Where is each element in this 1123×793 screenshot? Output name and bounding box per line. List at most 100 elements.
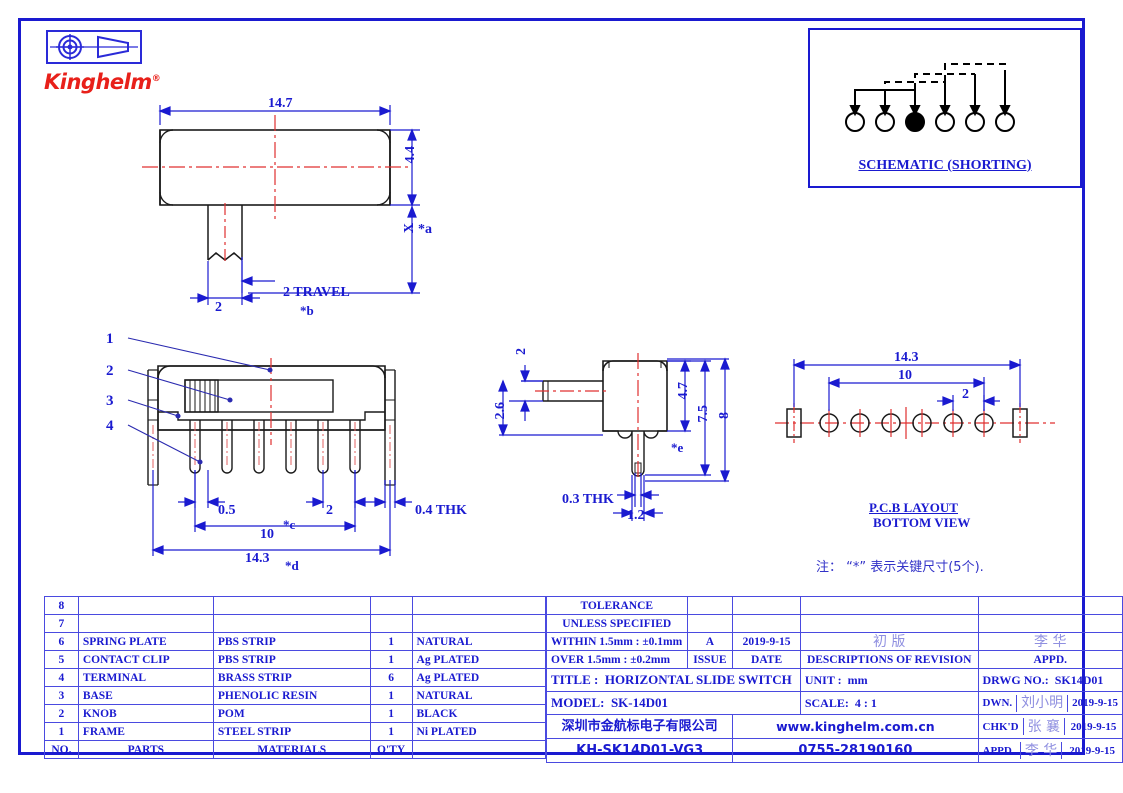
bom-parts: KNOB [77, 704, 214, 723]
bom-no: 6 [44, 632, 79, 651]
bom-finish: NATURAL [411, 686, 547, 705]
chkd-date: 2019-9-15 [1070, 720, 1117, 733]
bom-materials: STEEL STRIP [212, 722, 371, 741]
front-view-dim-span: 10 [260, 527, 274, 542]
company-name: 深圳市金航标电子有限公司 [545, 714, 734, 739]
title-block-row: KH-SK14D01-VG3 0755-28190160 APPD. 李 华 2… [545, 738, 1123, 763]
table-row: 7 [44, 614, 547, 633]
bom-qty [369, 596, 413, 615]
table-row: 5 CONTACT CLIP PBS STRIP 1 Ag PLATED [44, 650, 547, 669]
top-view-dim-knobheight-prefix: X*a [402, 222, 432, 237]
schematic-caption: SCHEMATIC (SHORTING) [858, 158, 1032, 173]
tolerance-title-2: UNLESS SPECIFIED [546, 614, 688, 633]
title-block-row: TOLERANCE [546, 596, 1123, 615]
title-block-row: UNLESS SPECIFIED [546, 614, 1123, 633]
pcb-dim-pitch-label: 2 [962, 387, 969, 402]
front-view-dim-0.5: 0.5 [218, 503, 236, 518]
tolerance-spacer-d2 [977, 614, 1123, 633]
bom-finish: Ni PLATED [411, 722, 547, 741]
table-row: 4 TERMINAL BRASS STRIP 6 Ag PLATED [44, 668, 547, 687]
bom-no: 2 [44, 704, 79, 723]
side-view-dim-total-h: 7.5 [696, 405, 711, 423]
revision-appd-value: 李 华 [977, 632, 1123, 651]
bom-finish [411, 614, 547, 633]
bom-finish: Ag PLATED [411, 650, 547, 669]
dim-pin-pitch-2 [306, 470, 372, 508]
bom-qty: 6 [369, 668, 413, 687]
dim-knob-height-a [248, 205, 420, 295]
dim-8 [645, 357, 730, 483]
bom-finish: BLACK [411, 704, 547, 723]
top-view-dim-travel-note: *b [300, 303, 314, 318]
pcb-caption-line2: BOTTOM VIEW [873, 515, 971, 530]
bom-no: 4 [44, 668, 79, 687]
top-view-dim-width-label: 14.7 [268, 96, 293, 111]
title-label: TITLE : [551, 672, 599, 687]
website[interactable]: www.kinghelm.com.cn [732, 714, 979, 739]
dwn-name: 刘小明 [1016, 694, 1069, 712]
table-row: 3 BASE PHENOLIC RESIN 1 NATURAL [44, 686, 547, 705]
front-view-callout-4: 4 [106, 418, 114, 434]
issue-value: A [686, 632, 734, 651]
tolerance-within: WITHIN 1.5mm : ±0.1mm [546, 632, 688, 651]
dwn-label: DWN. [978, 694, 1018, 712]
front-view-callout-2: 2 [106, 363, 114, 379]
model-value: SK-14D01 [610, 695, 669, 710]
tolerance-spacer-b2 [732, 614, 801, 633]
dim-10 [193, 470, 357, 532]
title-block-row: WITHIN 1.5mm : ±0.1mm A 2019-9-15 初 版 李 … [546, 632, 1123, 651]
bom-finish: Ag PLATED [411, 668, 547, 687]
tolerance-spacer-b [732, 596, 801, 615]
bom-header-qty: Q'TY [369, 740, 413, 759]
bom-no: 7 [44, 614, 79, 633]
pcb-dim-span-label: 10 [898, 368, 912, 383]
model-label: MODEL: [551, 695, 605, 710]
phone-number: 0755-28190160 [732, 738, 979, 763]
revision-value: 初 版 [799, 632, 979, 651]
top-view-dim-knobwidth-label: 2 [215, 300, 222, 315]
tolerance-spacer-c2 [799, 614, 979, 633]
model-row: MODEL: SK-14D01 [546, 691, 801, 715]
part-number: KH-SK14D01-VG3 [545, 738, 734, 763]
title-block-row: MODEL: SK-14D01 SCALE: 4 : 1 DWN. 刘小明 20… [546, 691, 1123, 715]
tolerance-spacer-a2 [686, 614, 734, 633]
title-block-row: OVER 1.5mm : ±0.2mm ISSUE DATE DESCRIPTI… [546, 650, 1123, 669]
bom-materials: POM [212, 704, 371, 723]
bom-header-materials: MATERIALS [212, 740, 371, 759]
bom-materials: PBS STRIP [212, 650, 371, 669]
top-view-dim-height-label: 4.4 [403, 146, 418, 164]
scale-label: SCALE: [804, 696, 849, 710]
front-view-dim-overall: 14.3 [245, 551, 270, 566]
front-view-callout-3: 3 [106, 393, 114, 409]
unit-label: UNIT : [804, 673, 842, 687]
side-view-dim-knob-thk: 2 [514, 348, 529, 355]
title-block-table: TOLERANCE UNLESS SPECIFIED WITHIN 1.5mm … [545, 596, 1123, 763]
drwg-cell: DRWG NO.: SK14D01 [977, 668, 1123, 692]
bom-finish [411, 596, 547, 615]
front-view-drawing [127, 337, 412, 556]
bom-table: 8 7 6 SPRING PLATE PBS STRIP 1 NATURAL 5 CONT… [44, 596, 547, 759]
bom-parts [77, 596, 214, 615]
tolerance-spacer-c [799, 596, 979, 615]
bom-parts: TERMINAL [77, 668, 214, 687]
bom-no: 1 [44, 722, 79, 741]
scale-cell: SCALE: 4 : 1 [799, 691, 979, 715]
appd-cell: APPD. 李 华 2019-9-15 [977, 738, 1123, 763]
pcb-caption-line1: P.C.B LAYOUT [869, 500, 958, 515]
appd-date: 2019-9-15 [1069, 744, 1116, 757]
side-view-dim-body-h: 4.7 [676, 382, 691, 400]
side-view-body [602, 360, 668, 432]
schematic-box: SCHEMATIC (SHORTING) [808, 28, 1082, 188]
bom-materials: BRASS STRIP [212, 668, 371, 687]
top-view-body [159, 129, 391, 206]
pcb-dim-overall-label: 14.3 [894, 350, 919, 365]
bom-finish: NATURAL [411, 632, 547, 651]
dwn-date: 2019-9-15 [1072, 697, 1118, 709]
revision-appd-label: APPD. [977, 650, 1123, 669]
tolerance-over: OVER 1.5mm : ±0.2mm [546, 650, 688, 669]
front-view-callout-1: 1 [106, 331, 114, 347]
side-view-dim-overall-h: 8 [717, 412, 732, 419]
side-view-dim-body-h-note: *e [671, 440, 684, 455]
front-view-dim-span-note: *c [283, 517, 296, 532]
bom-qty: 1 [369, 650, 413, 669]
